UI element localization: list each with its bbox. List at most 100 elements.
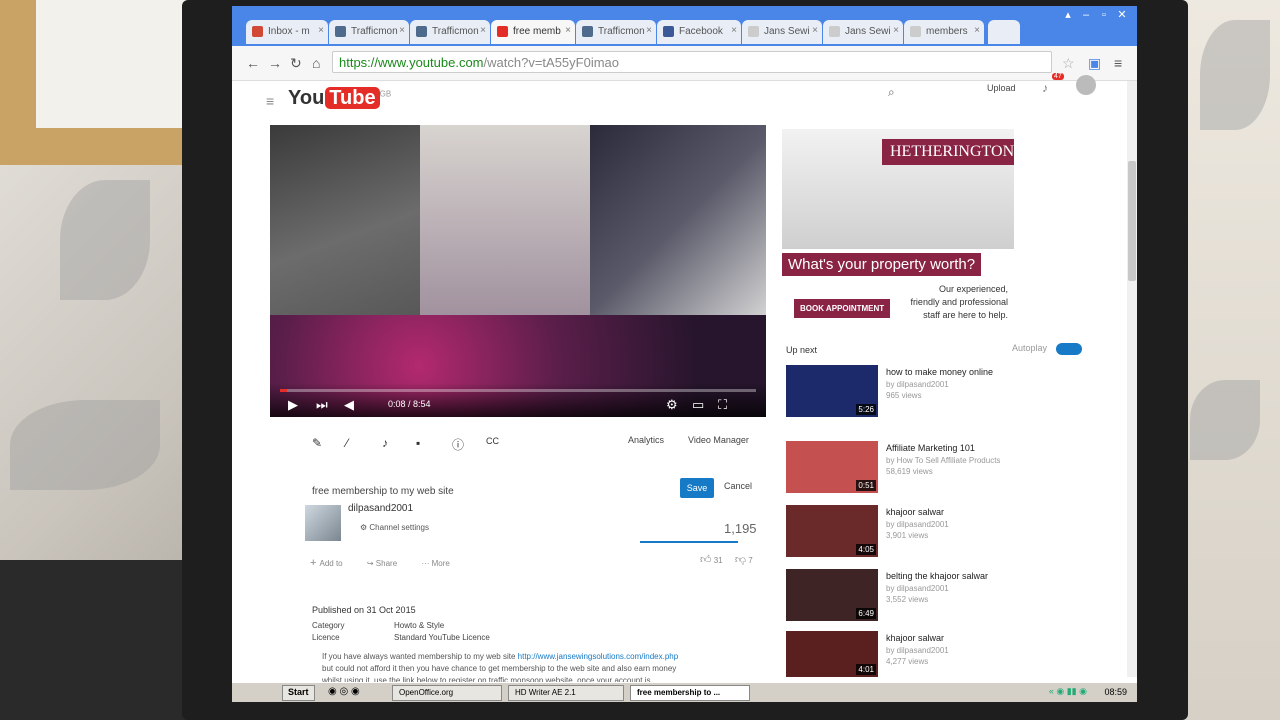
browser-tab[interactable]: Jans Sewi × [823, 20, 903, 44]
close-icon[interactable]: × [893, 25, 899, 36]
info-icon[interactable]: ⓘ [452, 436, 464, 453]
video-thumbnail[interactable]: 5:26 [786, 365, 878, 417]
close-icon[interactable]: × [812, 25, 818, 36]
window-controls: ▴ – ▫ ✕ [1059, 8, 1131, 21]
fullscreen-icon[interactable]: ⛶ [718, 397, 727, 413]
dislike-button[interactable]: 👎︎ 7 [734, 554, 753, 566]
maximize-icon[interactable]: ▫ [1095, 9, 1113, 21]
new-tab-button[interactable] [988, 20, 1020, 44]
ad-headline: What's your property worth? [782, 253, 982, 276]
close-icon[interactable]: × [646, 25, 652, 36]
description-link[interactable]: http://www.jansewingsolutions.com/index.… [518, 652, 679, 661]
volume-icon[interactable]: ◀ [344, 397, 354, 413]
site-icon [335, 26, 346, 37]
like-button[interactable]: 👍︎ 31 [700, 554, 723, 566]
bookmark-star-icon[interactable]: ☆ [1062, 55, 1075, 72]
video-title-input[interactable]: free membership to my web site [312, 486, 454, 497]
close-icon[interactable]: × [731, 25, 737, 36]
browser-tab[interactable]: Trafficmon × [576, 20, 656, 44]
thumbs-down-icon: 👎︎ [734, 554, 747, 566]
browser-tab[interactable]: Jans Sewi × [742, 20, 822, 44]
channel-avatar[interactable] [305, 505, 341, 541]
close-icon[interactable]: × [399, 25, 405, 36]
youtube-logo[interactable]: You Tube GB [288, 87, 391, 110]
taskbar-item[interactable]: OpenOffice.org [392, 685, 502, 701]
autoplay-toggle[interactable] [1056, 343, 1082, 355]
autoplay-label: Autoplay [1012, 343, 1048, 353]
more-button[interactable]: ··· More [421, 559, 449, 568]
page-scrollbar[interactable] [1127, 81, 1137, 677]
quicklaunch-icon[interactable]: ◉ ◎ ◉ [328, 686, 360, 697]
notification-count-badge: 47 [1052, 73, 1064, 80]
more-dots-icon: ··· [421, 559, 432, 568]
taskbar-item[interactable]: HD Writer AE 2.1 [508, 685, 624, 701]
enhancements-wand-icon[interactable]: ⁄ [346, 436, 348, 450]
picture-frame [0, 0, 190, 165]
annotations-icon[interactable]: ▪ [416, 436, 420, 450]
forward-icon[interactable]: → [268, 55, 282, 71]
close-icon[interactable]: × [318, 25, 324, 36]
browser-tab-active[interactable]: free memb × [491, 20, 575, 44]
video-player[interactable]: ▶ ⏭ ◀ 0:08 / 8:54 ⚙ ▭ ⛶ [270, 125, 766, 417]
channel-name[interactable]: dilpasand2001 [348, 503, 413, 514]
user-icon[interactable]: ▴ [1059, 8, 1077, 21]
minimize-icon[interactable]: – [1077, 9, 1095, 21]
notifications-bell-icon[interactable]: ♪ [1042, 81, 1048, 95]
share-icon: ↪ [366, 559, 376, 568]
next-icon[interactable]: ⏭ [316, 397, 328, 413]
browser-tab[interactable]: members × [904, 20, 984, 44]
list-item[interactable]: 4:05 khajoor salwar by dilpasand2001 3,9… [786, 505, 1116, 559]
share-button[interactable]: ↪ Share [367, 559, 397, 568]
close-icon[interactable]: × [480, 25, 486, 36]
video-thumbnail[interactable]: 4:05 [786, 505, 878, 557]
browser-tab[interactable]: Trafficmon × [329, 20, 409, 44]
video-thumbnail[interactable]: 0:51 [786, 441, 878, 493]
list-item[interactable]: 4:01 khajoor salwar by dilpasand2001 4,2… [786, 631, 1116, 677]
home-icon[interactable]: ⌂ [312, 55, 320, 71]
subtitles-cc-icon[interactable]: CC [486, 436, 499, 446]
ad-brand: HETHERINGTONS [882, 139, 1014, 165]
close-icon[interactable]: × [974, 25, 980, 36]
video-manager-link[interactable]: Video Manager [688, 435, 749, 445]
scrollbar-thumb[interactable] [1128, 161, 1136, 281]
play-icon[interactable]: ▶ [288, 397, 298, 413]
site-icon [582, 26, 593, 37]
browser-tab[interactable]: Facebook × [657, 20, 741, 44]
guide-menu-icon[interactable]: ≡ [266, 93, 274, 109]
wallpaper-leaf [1190, 380, 1260, 460]
browser-tab[interactable]: Trafficmon × [410, 20, 490, 44]
upload-link[interactable]: Upload [987, 83, 1016, 93]
address-bar[interactable]: https://www.youtube.com/watch?v=tA55yF0i… [332, 51, 1052, 73]
list-item[interactable]: 6:49 belting the khajoor salwar by dilpa… [786, 569, 1116, 623]
search-icon[interactable]: ⌕ [888, 85, 895, 100]
add-to-button[interactable]: + Add to [310, 557, 343, 569]
audio-note-icon[interactable]: ♪ [382, 436, 388, 450]
edit-pencil-icon[interactable]: ✎ [312, 436, 322, 450]
channel-settings-link[interactable]: ⚙ Channel settings [360, 523, 429, 532]
cancel-button[interactable]: Cancel [724, 481, 752, 491]
menu-icon[interactable]: ≡ [1114, 55, 1122, 71]
list-item[interactable]: 5:26 how to make money online by dilpasa… [786, 365, 1116, 419]
browser-toolbar: ← → ↻ ⌂ https://www.youtube.com/watch?v=… [232, 46, 1137, 81]
list-item[interactable]: 0:51 Affiliate Marketing 101 by How To S… [786, 441, 1116, 495]
account-avatar[interactable] [1076, 75, 1096, 95]
analytics-link[interactable]: Analytics [628, 435, 664, 445]
extension-icon[interactable]: ▣ [1088, 55, 1101, 72]
reload-icon[interactable]: ↻ [290, 55, 302, 72]
taskbar-item-active[interactable]: free membership to ... [630, 685, 750, 701]
start-button[interactable]: Start [282, 685, 315, 701]
video-thumbnail[interactable]: 6:49 [786, 569, 878, 621]
theater-mode-icon[interactable]: ▭ [692, 397, 704, 413]
sidebar-advert[interactable]: HETHERINGTONS What's your property worth… [782, 129, 1014, 335]
category-value[interactable]: Howto & Style [394, 621, 444, 630]
back-icon[interactable]: ← [246, 55, 260, 71]
book-appointment-button[interactable]: BOOK APPOINTMENT [794, 299, 891, 318]
save-button[interactable]: Save [680, 478, 714, 498]
video-thumbnail[interactable]: 4:01 [786, 631, 878, 677]
browser-tab[interactable]: Inbox - m × [246, 20, 328, 44]
progress-bar[interactable] [280, 389, 756, 392]
system-tray-icons[interactable]: « ◉ ▮▮ ◉ [1049, 686, 1087, 697]
close-window-icon[interactable]: ✕ [1113, 8, 1131, 21]
close-icon[interactable]: × [565, 25, 571, 36]
settings-gear-icon[interactable]: ⚙ [666, 397, 678, 413]
